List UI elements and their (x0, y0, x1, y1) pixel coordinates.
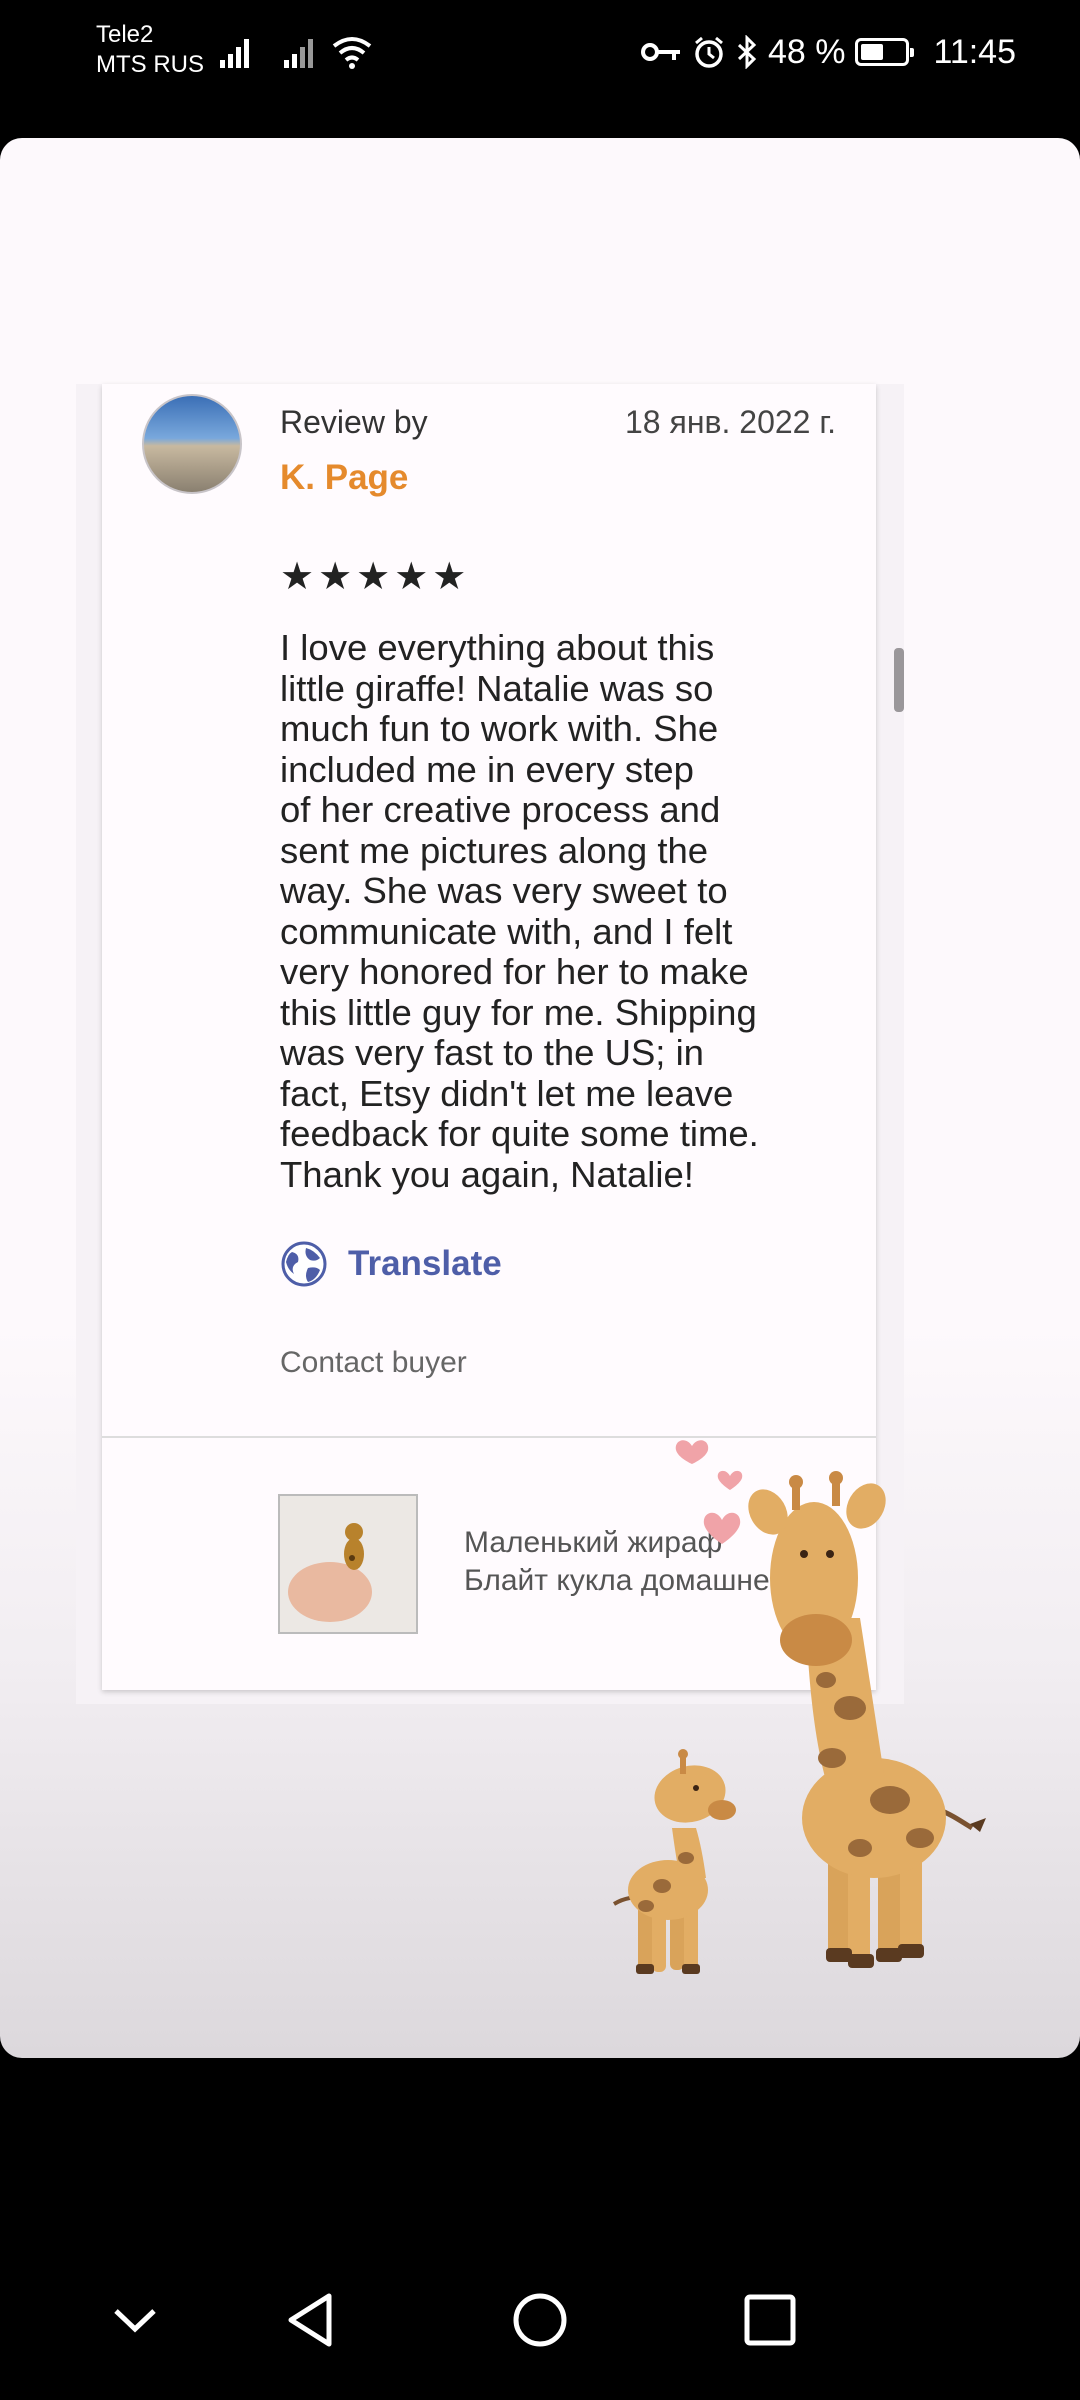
navigation-bar (0, 2240, 1080, 2400)
alarm-icon (694, 36, 723, 68)
status-bar: Tele2 MTS RUS 48 % 11:45 (0, 0, 1080, 120)
scrollbar[interactable] (894, 648, 904, 712)
translate-label: Translate (348, 1244, 502, 1283)
signal-icon-2 (284, 39, 313, 68)
carrier-info: Tele2 MTS RUS (96, 20, 204, 80)
avatar[interactable] (142, 394, 242, 494)
signal-icon (220, 39, 249, 68)
giraffe-sticker (612, 1440, 986, 1974)
rating-stars: ★★★★★ (280, 556, 471, 598)
battery-icon (855, 38, 915, 66)
recents-icon[interactable] (730, 2280, 810, 2360)
clock: 11:45 (933, 32, 1016, 71)
home-icon[interactable] (500, 2280, 580, 2360)
translate-button[interactable]: Translate (280, 1240, 502, 1288)
battery-percent: 48 % (767, 32, 846, 71)
listing-image (280, 1496, 416, 1632)
story-card: Review by 18 янв. 2022 г. K. Page ★★★★★ … (0, 138, 1080, 2058)
chevron-down-icon[interactable] (95, 2280, 175, 2360)
key-icon (640, 43, 680, 61)
author-name[interactable]: K. Page (280, 458, 408, 498)
wifi-icon (332, 37, 372, 69)
bluetooth-icon (737, 35, 757, 69)
review-text: I love everything about this little gira… (280, 627, 759, 1195)
carrier-2: MTS RUS (96, 51, 204, 78)
listing-thumbnail[interactable] (278, 1494, 418, 1634)
carrier-1: Tele2 (96, 21, 154, 48)
globe-icon (281, 1241, 327, 1287)
review-date: 18 янв. 2022 г. (625, 404, 836, 440)
contact-buyer-link[interactable]: Contact buyer (280, 1346, 467, 1380)
back-icon[interactable] (270, 2280, 350, 2360)
review-by-label: Review by (280, 404, 428, 440)
